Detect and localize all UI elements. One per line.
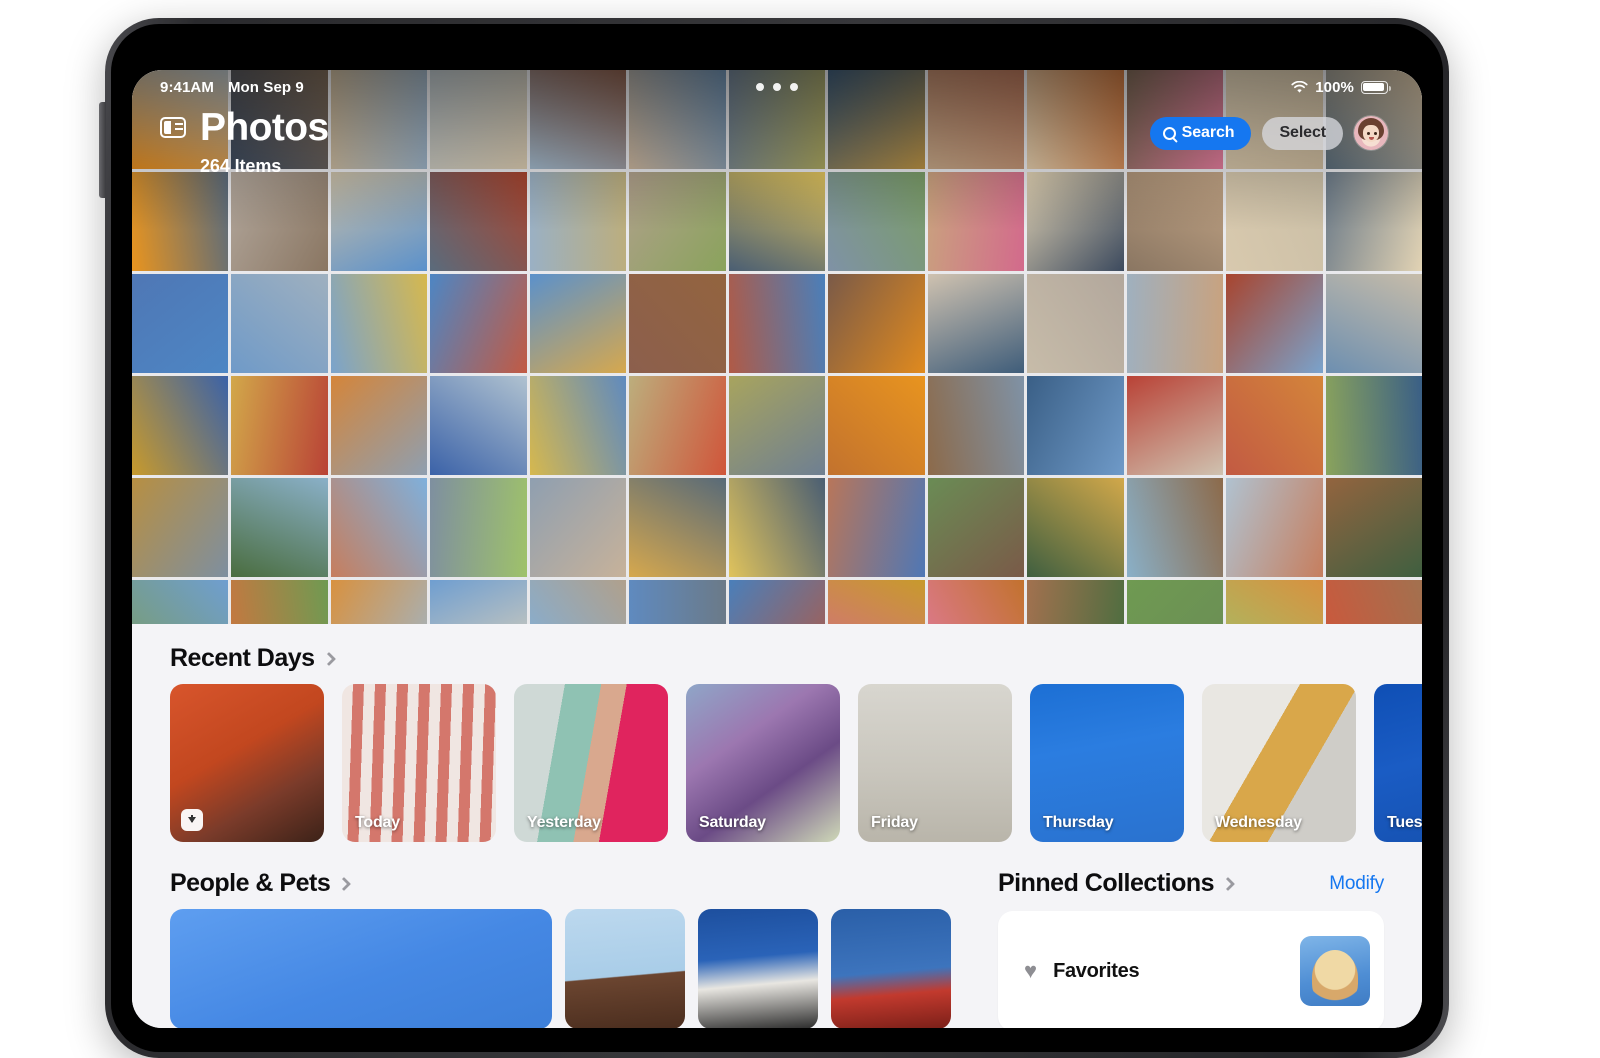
photo-thumbnail[interactable] [828, 376, 925, 475]
people-pets-header[interactable]: People & Pets [170, 869, 352, 898]
photo-thumbnail[interactable] [728, 478, 826, 577]
photo-thumbnail[interactable] [132, 274, 229, 373]
chevron-right-icon [321, 651, 336, 666]
photo-thumbnail[interactable] [1325, 376, 1422, 475]
pinned-collections-title: Pinned Collections [998, 869, 1215, 897]
select-button[interactable]: Select [1262, 116, 1343, 150]
battery-icon [1361, 80, 1391, 94]
photo-thumbnail[interactable] [231, 478, 328, 577]
photo-thumbnail[interactable] [1325, 274, 1422, 373]
photo-thumbnail[interactable] [1226, 274, 1323, 373]
photo-thumbnail[interactable] [330, 376, 428, 475]
people-card-person-2[interactable] [831, 909, 951, 1028]
sidebar-toggle-icon[interactable] [160, 117, 186, 138]
search-button-label: Search [1181, 124, 1235, 141]
day-card-friday[interactable]: Friday [858, 684, 1012, 842]
select-button-label: Select [1279, 124, 1326, 141]
day-card-tuesday[interactable]: Tuesday [1374, 684, 1422, 842]
day-card-label: Saturday [699, 814, 766, 831]
day-card-saturday[interactable]: Saturday [686, 684, 840, 842]
day-card-thursday[interactable]: Thursday [1030, 684, 1184, 842]
search-button[interactable]: Search [1149, 116, 1252, 150]
photo-thumbnail[interactable] [927, 478, 1025, 577]
day-card-wednesday[interactable]: Wednesday [1202, 684, 1356, 842]
people-card-person[interactable] [565, 909, 685, 1028]
photo-thumbnail[interactable] [330, 478, 428, 577]
photo-thumbnail[interactable] [927, 274, 1025, 373]
recent-days-header[interactable]: Recent Days [170, 644, 336, 673]
photo-thumbnail[interactable] [330, 274, 428, 373]
heart-icon: ♥ [1024, 958, 1038, 983]
pinned-item-label: Favorites [1053, 959, 1140, 982]
photo-thumbnail[interactable] [430, 376, 527, 475]
day-card-label: Wednesday [1215, 814, 1302, 831]
photo-thumbnail[interactable] [1126, 376, 1224, 475]
day-card-label: Tuesday [1387, 814, 1422, 831]
day-card-portrait[interactable] [170, 684, 324, 842]
photo-thumbnail[interactable] [1027, 376, 1124, 475]
status-time: 9:41AM [160, 78, 214, 96]
chevron-right-icon [337, 876, 352, 891]
photo-thumbnail[interactable] [1226, 376, 1323, 475]
photo-thumbnail[interactable] [231, 376, 328, 475]
avatar[interactable] [1354, 116, 1388, 150]
pinned-collections-header[interactable]: Pinned Collections Modify [998, 869, 1384, 898]
status-date: Mon Sep 9 [227, 78, 304, 96]
pinned-item-thumbnail [1300, 936, 1370, 1006]
photo-thumbnail[interactable] [1226, 478, 1323, 577]
item-count-label: 264 Items [200, 156, 282, 176]
battery-percent-label: 100% [1315, 78, 1354, 96]
search-icon [1162, 126, 1176, 140]
day-card-label: Friday [871, 814, 918, 831]
camera-indicator-dots [756, 83, 798, 91]
day-card-label: Today [355, 814, 400, 831]
photo-thumbnail[interactable] [529, 274, 627, 373]
recent-days-rail[interactable]: Today Yesterday Saturday Friday Thursday Wedn… [170, 684, 1422, 842]
day-card-today[interactable]: Today [342, 684, 496, 842]
photo-thumbnail[interactable] [828, 274, 925, 373]
photo-thumbnail[interactable] [1325, 478, 1422, 577]
photo-thumbnail[interactable] [828, 478, 925, 577]
photo-thumbnail[interactable] [728, 376, 826, 475]
device-volume-button[interactable] [99, 102, 106, 198]
content-sheet: Recent Days Today Yesterday Saturday Friday… [132, 624, 1422, 1028]
photo-thumbnail[interactable] [1027, 478, 1124, 577]
photo-thumbnail[interactable] [430, 478, 527, 577]
photo-thumbnail[interactable] [629, 478, 726, 577]
day-card-label: Thursday [1043, 814, 1114, 831]
photo-thumbnail[interactable] [231, 274, 328, 373]
people-card-featured[interactable] [170, 909, 552, 1028]
photo-thumbnail[interactable] [132, 478, 229, 577]
photo-thumbnail[interactable] [1027, 274, 1124, 373]
photo-thumbnail[interactable] [529, 478, 627, 577]
photo-thumbnail[interactable] [430, 274, 527, 373]
chevron-right-icon [1220, 876, 1236, 891]
wifi-icon [1291, 80, 1308, 93]
pinned-collections-list: ♥ Favorites [998, 911, 1384, 1028]
ipad-screen: 9:41AM Mon Sep 9 100% Photos 264 Items S… [132, 70, 1422, 1028]
day-card-yesterday[interactable]: Yesterday [514, 684, 668, 842]
photo-thumbnail[interactable] [927, 376, 1025, 475]
page-title: Photos [200, 106, 329, 149]
pinned-item-favorites[interactable]: ♥ Favorites [998, 911, 1384, 1028]
download-icon[interactable] [181, 809, 203, 831]
recent-days-title: Recent Days [170, 644, 315, 672]
photo-thumbnail[interactable] [629, 274, 726, 373]
people-pets-rail[interactable] [170, 909, 960, 1028]
photo-thumbnail[interactable] [1126, 478, 1224, 577]
modify-link[interactable]: Modify [1329, 873, 1384, 895]
nav-header: Photos 264 Items Search Select [132, 108, 1422, 204]
photo-thumbnail[interactable] [728, 274, 826, 373]
photo-thumbnail[interactable] [132, 376, 229, 475]
day-card-label: Yesterday [527, 814, 601, 831]
photo-thumbnail[interactable] [529, 376, 627, 475]
people-card-dog[interactable] [698, 909, 818, 1028]
people-pets-title: People & Pets [170, 869, 331, 897]
photo-thumbnail[interactable] [1126, 274, 1224, 373]
photo-thumbnail[interactable] [629, 376, 726, 475]
